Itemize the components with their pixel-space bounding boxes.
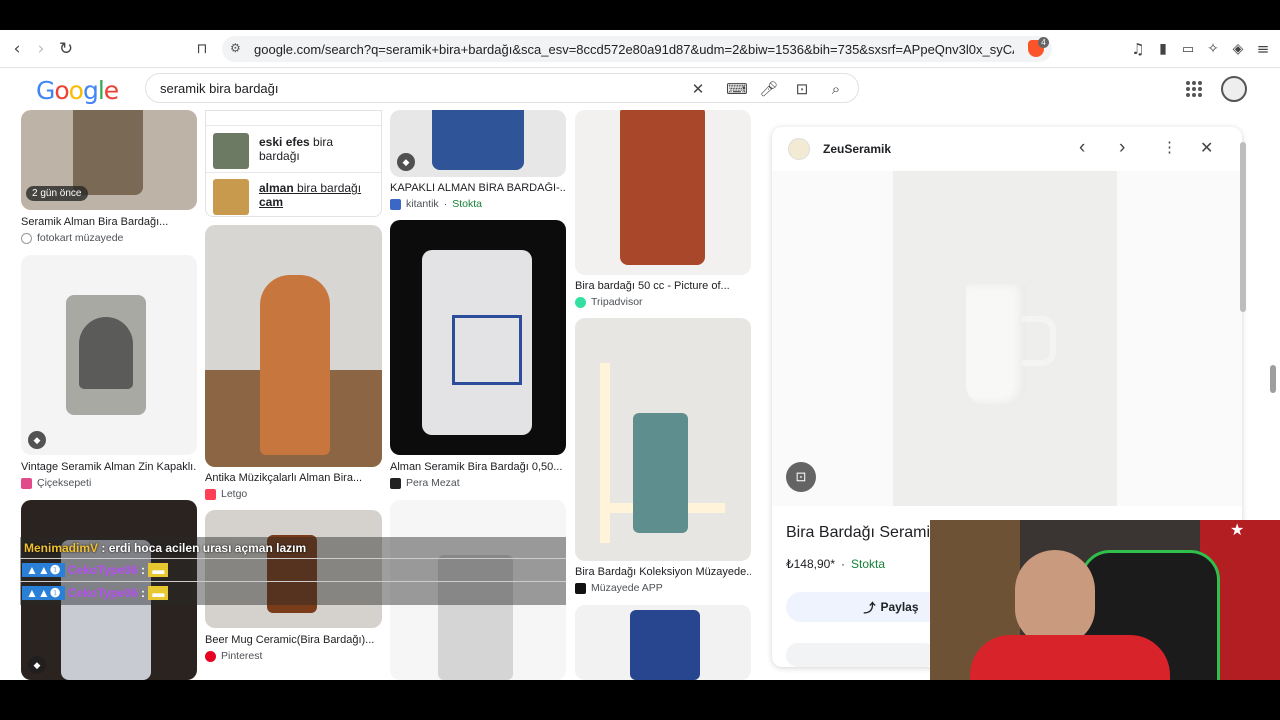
suggestion-thumb <box>213 179 249 215</box>
result-image-2[interactable]: ◆ <box>21 255 197 455</box>
reload-icon[interactable]: ↻ <box>56 39 76 59</box>
browser-toolbar: ‹ › ↻ ⊓ ⚙ google.com/search?q=seramik+bi… <box>0 30 1280 68</box>
related-searches: eski efes bira bardağı alman bira bardağ… <box>205 110 382 217</box>
result-image-11[interactable] <box>575 605 751 680</box>
panel-secondary-button[interactable] <box>786 643 936 667</box>
address-bar[interactable]: ⚙ google.com/search?q=seramik+bira+barda… <box>222 36 1052 62</box>
site-favicon <box>788 138 810 160</box>
close-icon[interactable]: ✕ <box>1200 138 1213 158</box>
avatar[interactable] <box>1221 76 1247 102</box>
bottom-black-bar <box>0 680 1280 720</box>
result-title[interactable]: Seramik Alman Bira Bardağı... <box>21 216 197 228</box>
clear-icon[interactable]: ✕ <box>688 79 708 99</box>
url-text: google.com/search?q=seramik+bira+bardağı… <box>254 42 1014 57</box>
product-tag-icon: ◆ <box>28 656 46 674</box>
search-icon[interactable]: ⌕ <box>826 79 846 99</box>
leo-ai-icon[interactable]: ✧ <box>1203 39 1223 59</box>
result-title[interactable]: Alman Seramik Bira Bardağı 0,50... <box>390 461 566 473</box>
panel-price-row: ₺148,90* · Stokta <box>786 557 886 571</box>
top-black-bar <box>0 0 1280 30</box>
result-image-10[interactable] <box>575 318 751 561</box>
result-image-4[interactable] <box>205 225 382 467</box>
price: ₺148,90* <box>786 557 836 571</box>
result-source[interactable]: Pera Mezat <box>390 477 460 489</box>
suggestion-alman-cam[interactable]: alman bira bardağı cam <box>259 181 374 209</box>
panel-scrollbar[interactable] <box>1240 142 1246 312</box>
brave-badge: 4 <box>1038 37 1049 48</box>
suggestion-thumb <box>213 133 249 169</box>
result-title[interactable]: Antika Müzikçalarlı Alman Bira... <box>205 472 381 484</box>
suggestion-eski-efes[interactable]: eski efes bira bardağı <box>259 135 374 163</box>
preview-image[interactable] <box>893 171 1117 506</box>
result-image-9[interactable] <box>575 110 751 275</box>
next-icon[interactable]: › <box>1119 137 1125 159</box>
result-source[interactable]: Tripadvisor <box>575 296 643 308</box>
flag-star-icon: ★ <box>1230 522 1245 539</box>
bookmark-icon[interactable]: ⊓ <box>192 39 212 59</box>
forward-icon[interactable]: › <box>31 39 51 59</box>
result-source[interactable]: kitantik · Stokta <box>390 198 482 210</box>
sidebar-icon[interactable]: ▮ <box>1153 39 1173 59</box>
share-icon: ⤴ <box>863 600 876 615</box>
time-badge: 2 gün önce <box>26 186 88 201</box>
search-box[interactable]: seramik bira bardağı ✕ ⌨ 🎤︎ ⊡ ⌕ <box>145 73 859 103</box>
lens-icon[interactable]: ⊡ <box>792 79 812 99</box>
back-icon[interactable]: ‹ <box>7 39 27 59</box>
prev-icon[interactable]: ‹ <box>1079 137 1085 159</box>
result-source[interactable]: Letgo <box>205 488 247 500</box>
chat-message: MenimadimV : erdi hoca acilen urası açma… <box>24 541 307 555</box>
result-source[interactable]: Pinterest <box>205 650 262 662</box>
result-source[interactable]: Müzayede APP <box>575 582 663 594</box>
result-source[interactable]: fotokart müzayede <box>21 232 123 244</box>
google-logo[interactable]: Google <box>36 76 119 105</box>
lens-search-icon[interactable]: ⊡ <box>786 462 816 492</box>
vpn-icon[interactable]: ◈ <box>1228 39 1248 59</box>
search-input[interactable]: seramik bira bardağı <box>160 81 279 96</box>
panel-site-name[interactable]: ZeuSeramik <box>823 142 891 156</box>
product-tag-icon: ◆ <box>28 431 46 449</box>
chat-message: ▲▲❶ CekoType06 : ▬ <box>22 586 169 600</box>
page-scrollbar[interactable] <box>1270 365 1276 393</box>
microphone-icon[interactable]: 🎤︎ <box>759 79 779 99</box>
result-image-1[interactable]: 2 gün önce <box>21 110 197 210</box>
apps-icon[interactable] <box>1186 81 1202 97</box>
result-title[interactable]: Bira Bardağı Koleksiyon Müzayede... <box>575 566 751 578</box>
chat-message: ▲▲❶ CekoType06 : ▬ <box>22 563 169 577</box>
result-image-7[interactable] <box>390 220 566 455</box>
wallet-icon[interactable]: ▭ <box>1178 39 1198 59</box>
menu-icon[interactable]: ≡ <box>1253 39 1273 59</box>
result-title[interactable]: Vintage Seramik Alman Zin Kapaklı... <box>21 461 197 473</box>
result-image-6[interactable]: ◆ <box>390 110 566 177</box>
site-settings-icon[interactable]: ⚙ <box>230 41 241 55</box>
media-icon[interactable]: ♫ <box>1128 39 1148 59</box>
result-title[interactable]: Bira bardağı 50 cc - Picture of... <box>575 280 751 292</box>
result-title[interactable]: Beer Mug Ceramic(Bira Bardağı)... <box>205 634 381 646</box>
result-title[interactable]: KAPAKLI ALMAN BİRA BARDAĞI-... <box>390 182 566 194</box>
google-header: Google seramik bira bardağı ✕ ⌨ 🎤︎ ⊡ ⌕ <box>0 68 1280 112</box>
keyboard-icon[interactable]: ⌨ <box>726 79 748 99</box>
more-options-icon[interactable]: ⋮ <box>1162 138 1177 156</box>
panel-title[interactable]: Bira Bardağı Seramik B <box>786 524 953 542</box>
preview-image-area: ⊡ <box>772 171 1242 506</box>
stock-status: Stokta <box>851 557 886 571</box>
result-source[interactable]: Çiçeksepeti <box>21 477 91 489</box>
product-tag-icon: ◆ <box>397 153 415 171</box>
